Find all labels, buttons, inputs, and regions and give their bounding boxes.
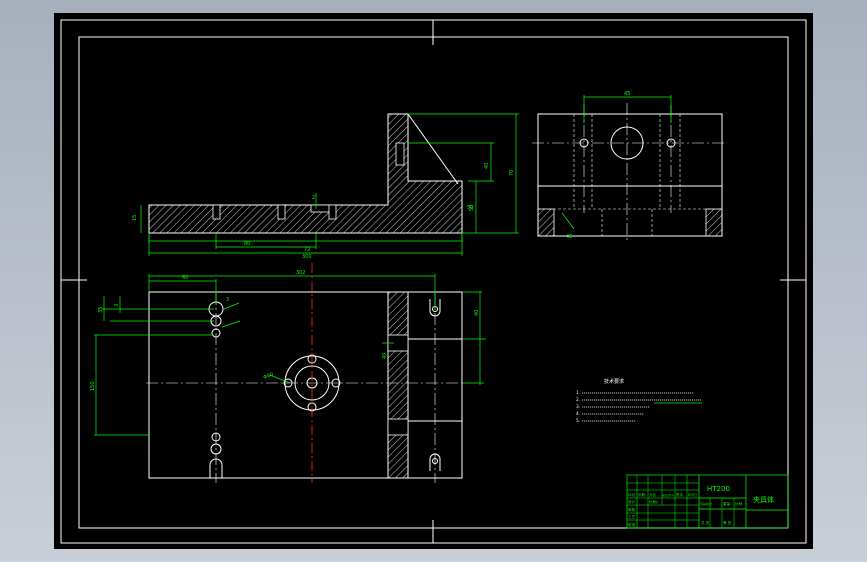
tech-req-item: 4. bbox=[576, 411, 580, 417]
dim-label: 3 bbox=[114, 304, 120, 307]
dim-label: 300 bbox=[302, 254, 312, 260]
dim-label: 72 bbox=[304, 247, 310, 253]
side-view-dim-labels: 45 45 bbox=[566, 91, 630, 240]
dim-label: 35 bbox=[98, 307, 104, 313]
dim-label: 40 bbox=[474, 310, 480, 316]
front-section-view bbox=[140, 113, 519, 256]
dim-label: 45 bbox=[566, 234, 572, 240]
outer-frame bbox=[60, 19, 807, 544]
tech-req-item: 2. bbox=[576, 397, 580, 403]
dim-label: 50 bbox=[467, 205, 473, 211]
dim-label: 45 bbox=[624, 91, 630, 97]
dim-label: 40 bbox=[484, 163, 490, 169]
title-block-cell: 年月日 bbox=[688, 492, 697, 497]
dim-label: 80 bbox=[244, 241, 250, 247]
title-block-cell: 比例 bbox=[735, 501, 743, 506]
dim-label: 70 bbox=[509, 170, 515, 176]
dim-label: 2 bbox=[312, 195, 315, 201]
title-block-cell: 更改文件号 bbox=[662, 493, 675, 497]
title-block-cell: 设计 bbox=[628, 499, 636, 504]
title-block-cell: 批准 bbox=[628, 522, 636, 527]
title-block-cell: 共 张 bbox=[701, 520, 710, 525]
material-label: HT200 bbox=[707, 485, 730, 493]
part-name-label: 夹具体 bbox=[753, 495, 774, 504]
dim-label: 15 bbox=[132, 215, 138, 221]
tech-req-item: 3. bbox=[576, 404, 580, 410]
title-block-cell: 签名 bbox=[676, 492, 684, 497]
title-block: HT200 夹具体 标记 处数 分区 更改文件号 签名 年月日 设计 标准化 审… bbox=[626, 474, 789, 529]
dim-label: 40 bbox=[382, 353, 388, 359]
tech-req-heading: 技术要求 bbox=[604, 378, 624, 385]
dim-label: 60 bbox=[182, 275, 188, 281]
drawing-canvas[interactable]: 15 72 80 300 70 40 50 50 2 45 45 302 60 … bbox=[54, 13, 813, 549]
title-block-cell: 分区 bbox=[649, 492, 657, 497]
centering-marks bbox=[61, 20, 806, 543]
title-block-cell: 重量 bbox=[723, 501, 731, 506]
title-block-cell: 工艺 bbox=[628, 514, 636, 519]
side-view bbox=[532, 95, 726, 243]
dim-label: 150 bbox=[90, 381, 96, 391]
drawing-sheet: 15 72 80 300 70 40 50 50 2 45 45 302 60 … bbox=[60, 19, 807, 544]
title-block-cell: 第 张 bbox=[723, 520, 732, 525]
technical-requirements: 技术要求 1. 2. 3. 4. 5. bbox=[576, 378, 702, 424]
title-block-cell: 标准化 bbox=[649, 499, 658, 504]
title-block-cell: 阶段标记 bbox=[700, 501, 712, 506]
dim-label: 3 bbox=[226, 297, 229, 303]
title-block-cell: 审核 bbox=[628, 507, 636, 512]
dim-label: 302 bbox=[296, 270, 306, 276]
plan-view bbox=[94, 263, 486, 483]
title-block-cell: 标记 bbox=[628, 492, 636, 497]
tech-req-item: 5. bbox=[576, 418, 580, 424]
tech-req-item: 1. bbox=[576, 390, 580, 396]
cad-viewer: 15 72 80 300 70 40 50 50 2 45 45 302 60 … bbox=[0, 0, 867, 562]
dim-label: Φ80 bbox=[263, 372, 275, 381]
title-block-cell: 处数 bbox=[638, 492, 646, 497]
